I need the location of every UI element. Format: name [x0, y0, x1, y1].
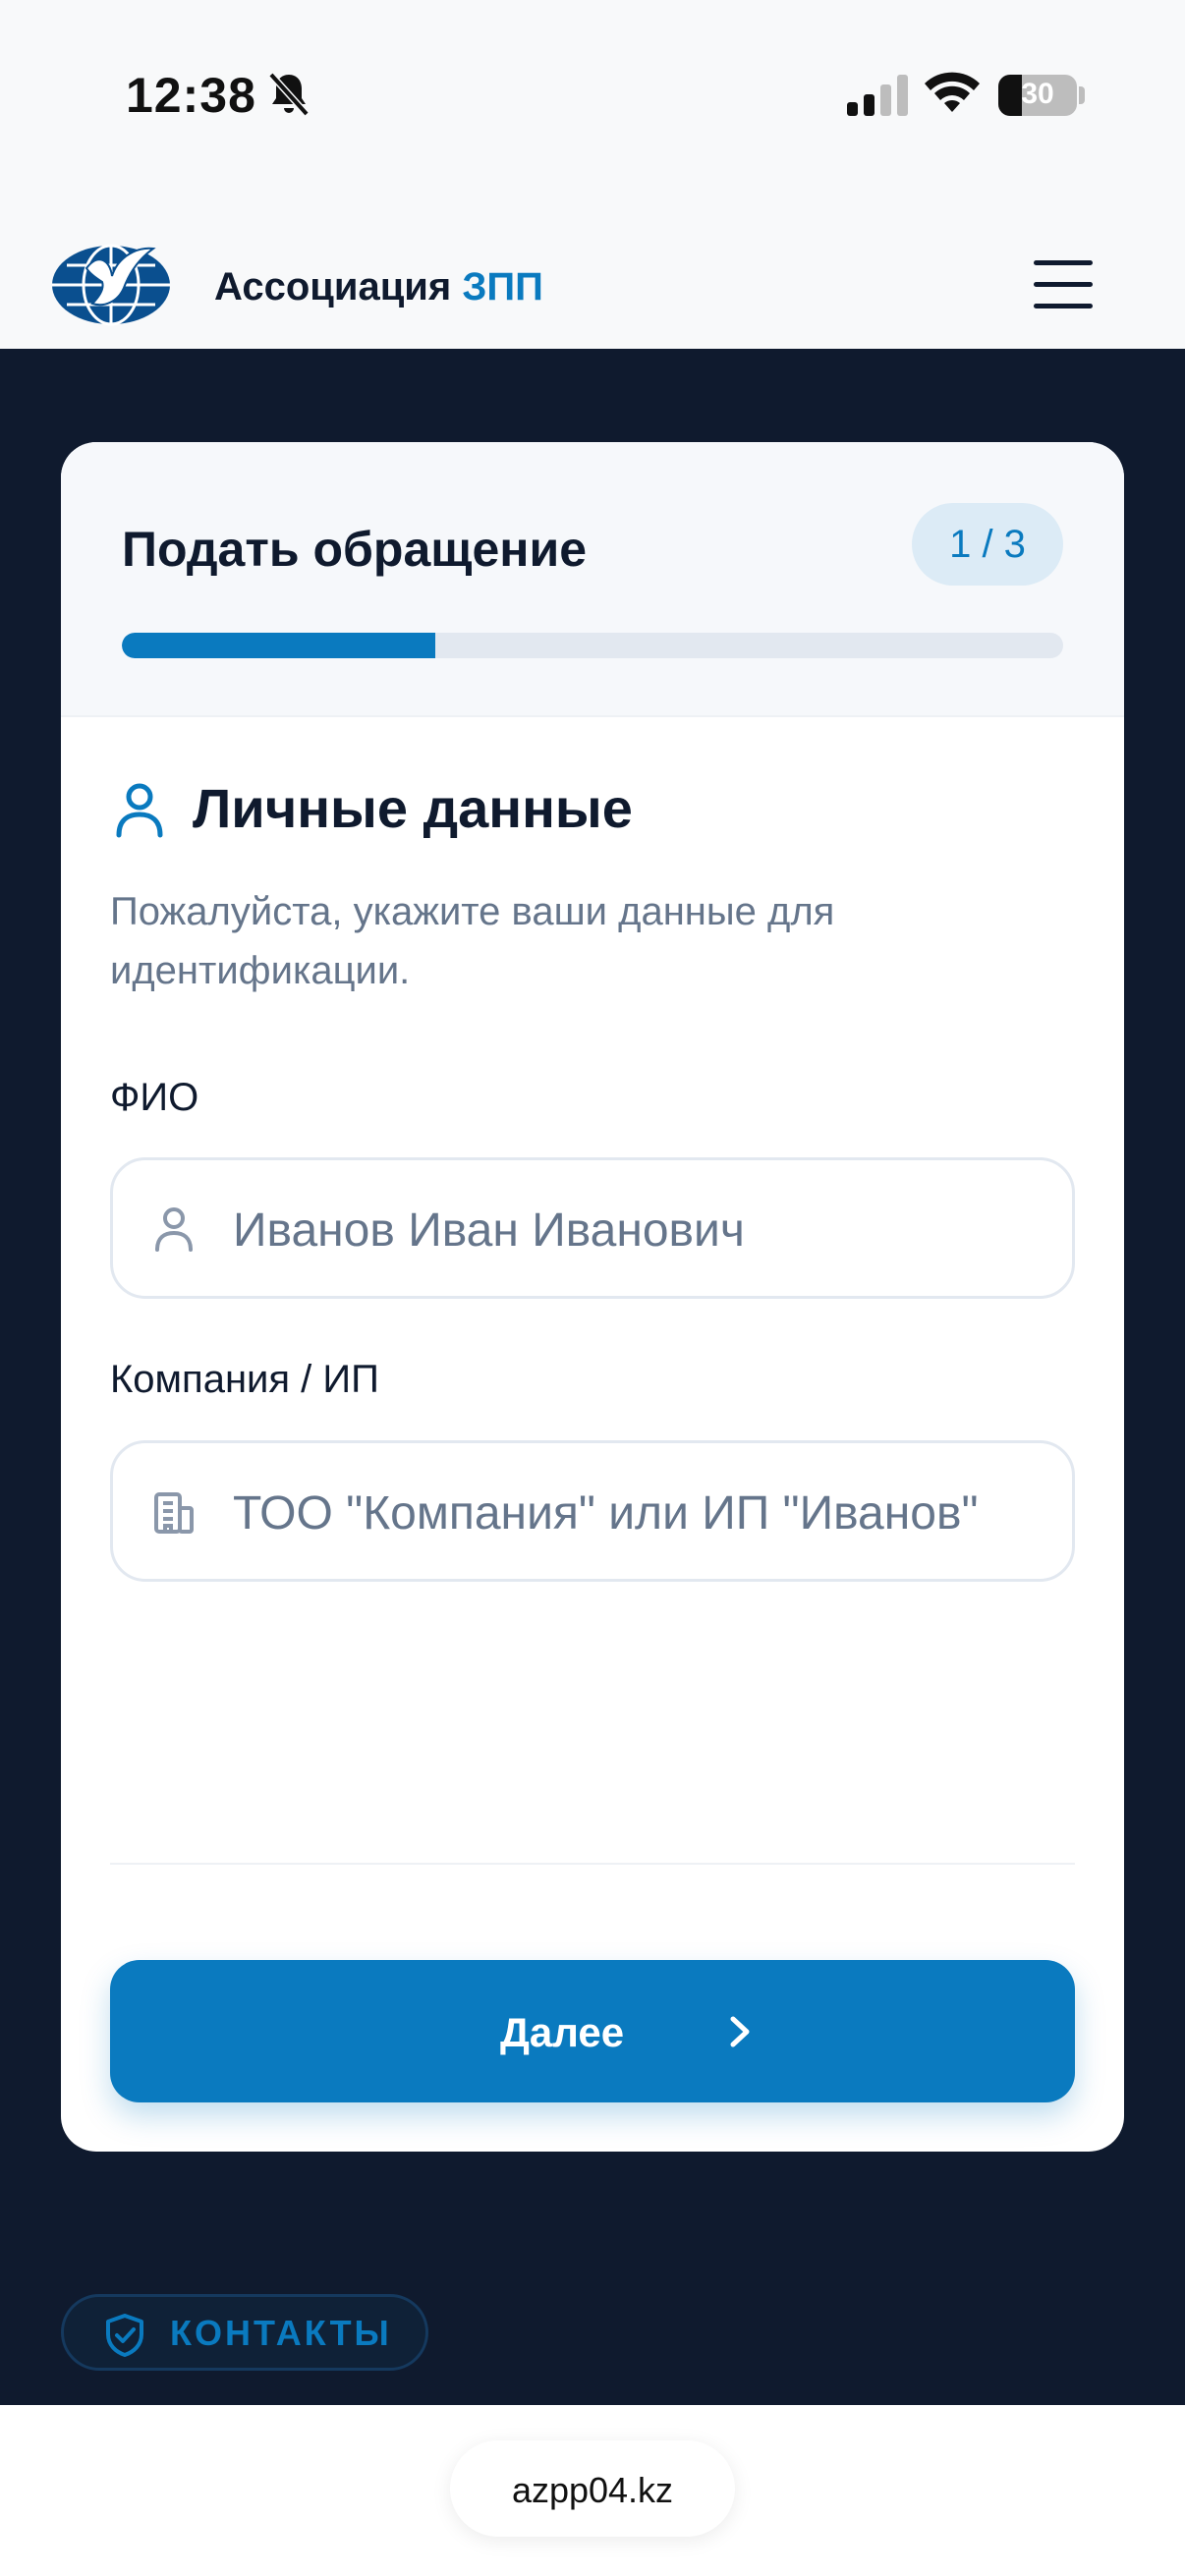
contacts-label: КОНТАКТЫ — [170, 2313, 392, 2353]
battery-cap — [1079, 86, 1085, 104]
brand-prefix: Ассоциация — [214, 265, 452, 308]
menu-line — [1034, 282, 1093, 287]
company-input[interactable]: ТОО "Компания" или ИП "Иванов" — [110, 1440, 1075, 1582]
chevron-right-icon — [730, 2016, 750, 2047]
company-label: Компания / ИП — [110, 1358, 379, 1401]
full-name-input[interactable]: Иванов Иван Иванович — [110, 1157, 1075, 1299]
bell-muted-icon — [268, 72, 310, 117]
divider — [110, 1863, 1075, 1865]
form-title: Подать обращение — [122, 522, 587, 577]
user-icon — [116, 783, 163, 838]
logo-globe-dove-icon[interactable] — [47, 239, 175, 327]
section-title: Личные данные — [193, 777, 633, 839]
status-time: 12:38 — [126, 68, 256, 123]
brand-name[interactable]: Ассоциация ЗПП — [214, 265, 543, 309]
appeal-form-card: Подать обращение 1 / 3 Личные данные Пож… — [61, 442, 1124, 2152]
menu-line — [1034, 304, 1093, 308]
progress-track — [122, 633, 1063, 658]
browser-bottom-bar: azpp04.kz — [0, 2405, 1185, 2576]
next-button-label: Далее — [499, 2009, 625, 2055]
menu-line — [1034, 260, 1093, 265]
next-button[interactable]: Далее — [110, 1960, 1075, 2102]
full-name-label: ФИО — [110, 1076, 199, 1119]
brand-accent: ЗПП — [462, 265, 543, 308]
wifi-icon — [925, 72, 980, 112]
progress-fill — [122, 633, 435, 658]
full-name-placeholder: Иванов Иван Иванович — [233, 1204, 745, 1257]
shield-check-icon — [106, 2314, 143, 2357]
form-header: Подать обращение 1 / 3 — [61, 442, 1124, 717]
company-placeholder: ТОО "Компания" или ИП "Иванов" — [233, 1487, 979, 1540]
battery-level: 30 — [1021, 78, 1054, 110]
step-badge: 1 / 3 — [912, 503, 1063, 586]
user-icon — [155, 1207, 193, 1252]
address-bar[interactable]: azpp04.kz — [450, 2440, 735, 2537]
contacts-button[interactable]: КОНТАКТЫ — [61, 2294, 428, 2371]
battery-indicator: 30 — [998, 75, 1077, 116]
section-description: Пожалуйста, укажите ваши данные для иден… — [110, 890, 835, 992]
status-bar: 12:38 30 — [0, 0, 1185, 211]
site-header: Ассоциация ЗПП — [0, 211, 1185, 349]
building-icon — [154, 1492, 194, 1534]
url-text: azpp04.kz — [511, 2470, 674, 2510]
hamburger-menu-icon[interactable] — [1034, 260, 1093, 311]
cellular-signal-icon — [847, 75, 908, 116]
